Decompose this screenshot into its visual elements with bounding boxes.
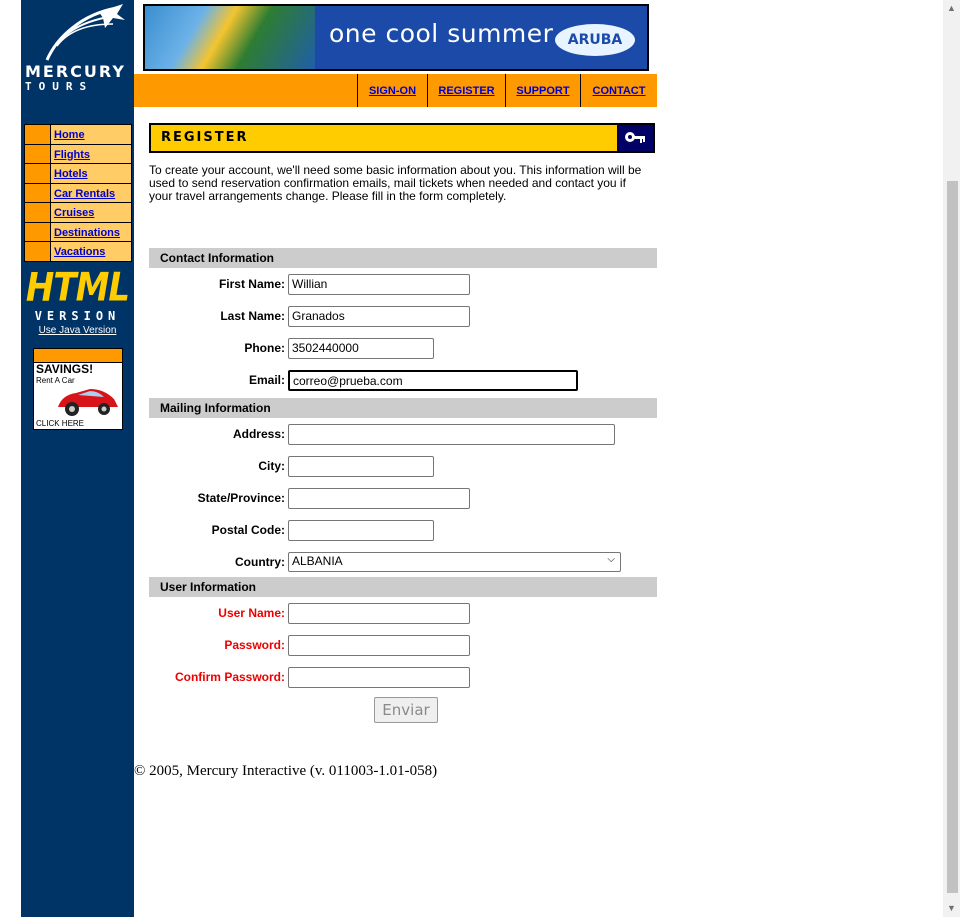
sign-on-link[interactable]: SIGN-ON — [369, 85, 416, 97]
html-version-badge: HTML VERSION Use Java Version — [21, 265, 134, 336]
postal-code-input[interactable] — [288, 520, 434, 541]
left-nav-menu: Home Flights Hotels Car Rentals Cruises … — [24, 124, 132, 262]
banner-slogan: one cool summer — [329, 19, 554, 48]
savings-ad-banner[interactable]: SAVINGS! Rent A Car CLICK HERE — [33, 348, 123, 430]
username-label: User Name: — [218, 606, 285, 620]
support-link[interactable]: SUPPORT — [516, 85, 569, 97]
intro-text: To create your account, we'll need some … — [149, 163, 642, 203]
ad-top-stripe — [34, 349, 122, 363]
sidebar-item-home: Home — [25, 125, 131, 144]
red-car-icon — [58, 389, 118, 416]
tab-support: SUPPORT — [505, 74, 580, 107]
address-label: Address: — [232, 427, 285, 441]
tab-signon: SIGN-ON — [357, 74, 427, 107]
country-select[interactable]: ALBANIA ⌵ — [288, 552, 621, 572]
footer-copyright: © 2005, Mercury Interactive (v. 011003-1… — [134, 763, 438, 779]
tab-contact: CONTACT — [580, 74, 657, 107]
mailing-info-header: Mailing Information — [149, 398, 657, 418]
city-input[interactable] — [288, 456, 434, 477]
last-name-input[interactable]: Granados — [288, 306, 470, 327]
phone-input[interactable]: 3502440000 — [288, 338, 434, 359]
home-link[interactable]: Home — [54, 129, 85, 141]
email-label: Email: — [248, 373, 285, 387]
state-input[interactable] — [288, 488, 470, 509]
use-java-version-link[interactable]: Use Java Version — [21, 325, 134, 336]
email-input[interactable]: correo@prueba.com — [288, 370, 578, 391]
destinations-link[interactable]: Destinations — [54, 227, 120, 239]
address-input[interactable] — [288, 424, 615, 445]
top-nav-bar: SIGN-ON REGISTER SUPPORT CONTACT — [134, 74, 657, 107]
submit-button[interactable]: Enviar — [374, 697, 438, 723]
confirm-password-input[interactable] — [288, 667, 470, 688]
left-sidebar: MERCURY TOURS Home Flights Hotels Car Re… — [21, 0, 134, 917]
register-heading-bar: REGISTER — [149, 123, 655, 153]
first-name-input[interactable]: Willian — [288, 274, 470, 295]
cruises-link[interactable]: Cruises — [54, 207, 94, 219]
car-rentals-link[interactable]: Car Rentals — [54, 188, 115, 200]
scrollbar-thumb[interactable] — [947, 181, 958, 893]
version-badge-text: VERSION — [34, 309, 121, 323]
user-info-header: User Information — [149, 577, 657, 597]
scroll-up-arrow-icon[interactable]: ▲ — [943, 0, 960, 17]
flights-link[interactable]: Flights — [54, 149, 90, 161]
page-title: REGISTER — [161, 130, 249, 145]
logo-mercury-text: MERCURY — [25, 62, 126, 81]
chevron-down-icon: ⌵ — [607, 554, 615, 565]
sidebar-item-cruises: Cruises — [25, 203, 131, 222]
username-input[interactable] — [288, 603, 470, 624]
sidebar-item-destinations: Destinations — [25, 222, 131, 241]
confirm-password-label: Confirm Password: — [174, 670, 285, 684]
sidebar-item-car-rentals: Car Rentals — [25, 183, 131, 202]
ad-title: SAVINGS! — [36, 362, 94, 376]
html-badge-text: HTML — [25, 265, 130, 311]
sidebar-item-vacations: Vacations — [25, 242, 131, 261]
aruba-banner-ad[interactable]: one cool summer ARUBA — [143, 4, 649, 71]
contact-info-header: Contact Information — [149, 248, 657, 268]
password-input[interactable] — [288, 635, 470, 656]
ad-click-here: CLICK HERE — [36, 419, 85, 428]
logo-tours-text: TOURS — [25, 80, 94, 93]
country-selected-value: ALBANIA — [292, 554, 343, 568]
banner-photo — [145, 6, 315, 69]
aruba-logo: ARUBA — [553, 22, 637, 58]
first-name-label: First Name: — [218, 277, 285, 291]
airplane-logo-icon — [45, 4, 125, 61]
city-label: City: — [258, 459, 285, 473]
mercury-tours-logo[interactable]: MERCURY TOURS — [21, 0, 134, 112]
country-label: Country: — [235, 555, 285, 569]
vacations-link[interactable]: Vacations — [54, 246, 105, 258]
contact-link[interactable]: CONTACT — [593, 85, 646, 97]
vertical-scrollbar[interactable]: ▲ ▼ — [943, 0, 960, 917]
postal-code-label: Postal Code: — [211, 523, 285, 537]
tab-register: REGISTER — [427, 74, 505, 107]
register-link[interactable]: REGISTER — [438, 85, 494, 97]
hotels-link[interactable]: Hotels — [54, 168, 88, 180]
state-label: State/Province: — [197, 491, 285, 505]
password-label: Password: — [224, 638, 285, 652]
sidebar-item-flights: Flights — [25, 144, 131, 163]
key-icon — [617, 125, 653, 151]
phone-label: Phone: — [244, 341, 285, 355]
sidebar-item-hotels: Hotels — [25, 164, 131, 183]
scroll-down-arrow-icon[interactable]: ▼ — [943, 900, 960, 917]
last-name-label: Last Name: — [220, 309, 285, 323]
